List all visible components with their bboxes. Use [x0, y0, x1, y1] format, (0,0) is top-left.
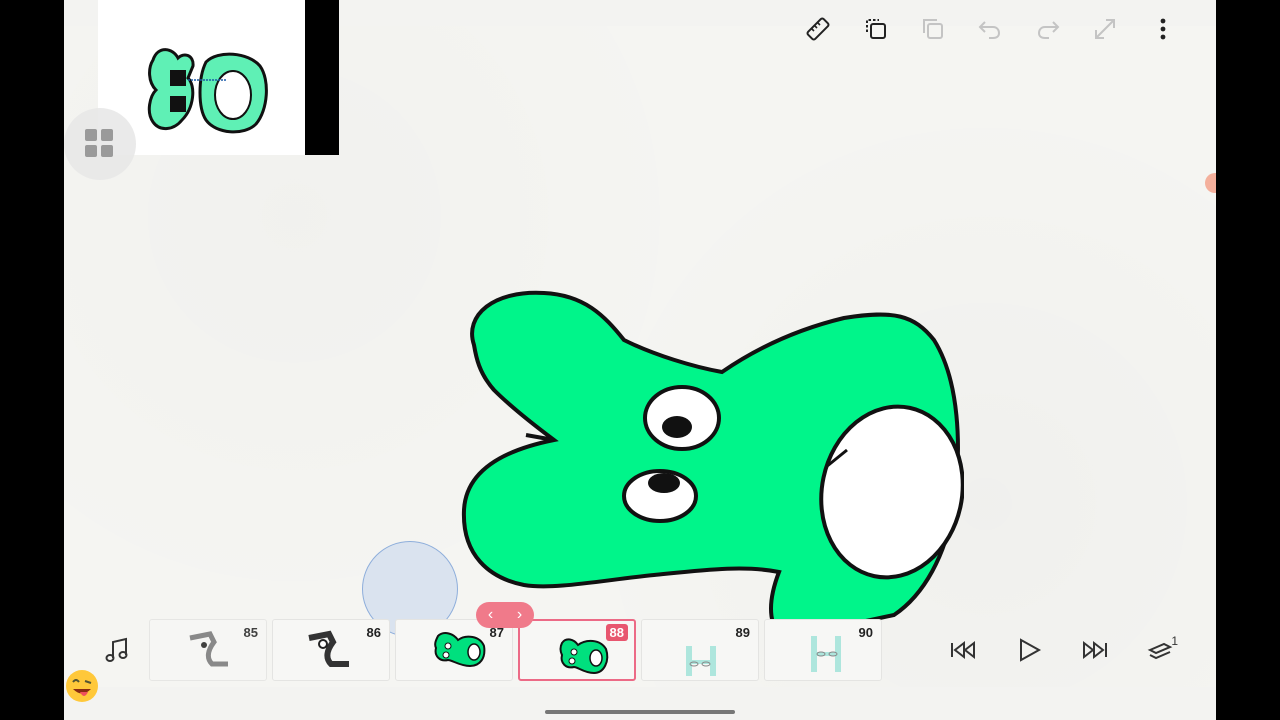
- chevron-left-icon[interactable]: ‹: [488, 606, 493, 624]
- layers-button[interactable]: 1: [1144, 634, 1178, 666]
- expand-icon: [1095, 19, 1115, 39]
- ruler-icon: [806, 17, 830, 41]
- frame-thumbnail: [308, 630, 349, 667]
- frame-thumbnail: [559, 638, 609, 675]
- music-note-icon: [105, 637, 128, 662]
- layer-count: 1: [1171, 634, 1178, 648]
- emoji-sticker-icon: [66, 670, 98, 702]
- copy-layer-icon: [866, 19, 886, 39]
- timeline-frame[interactable]: 86: [272, 619, 390, 681]
- skip-to-start-icon: [951, 640, 975, 660]
- play-icon: [1020, 638, 1042, 662]
- frame-thumbnail: [811, 636, 841, 672]
- home-indicator[interactable]: [545, 710, 735, 714]
- timeline-frame[interactable]: 85: [149, 619, 267, 681]
- copy-layer-button[interactable]: [859, 12, 893, 46]
- duplicate-button[interactable]: [916, 12, 950, 46]
- grid-icon: [85, 129, 113, 157]
- undo-icon: [978, 21, 1001, 39]
- play-button[interactable]: [1012, 634, 1046, 666]
- chevron-right-icon[interactable]: ›: [517, 606, 522, 624]
- layout-menu-button[interactable]: [64, 108, 136, 180]
- skip-forward-icon: [1083, 640, 1107, 660]
- frame-thumbnail: [686, 646, 716, 676]
- frame-thumbnail: [189, 631, 228, 667]
- expand-button[interactable]: [1088, 12, 1122, 46]
- timeline: 85 86 87 88 89 90 1: [64, 615, 1216, 687]
- ruler-button[interactable]: [801, 12, 835, 46]
- timeline-frame[interactable]: 87: [395, 619, 513, 681]
- reference-panel-edge: [305, 0, 339, 155]
- frame-thumbnail: [434, 632, 486, 668]
- bottom-bar: [64, 687, 1216, 720]
- next-frame-button[interactable]: [1078, 634, 1112, 666]
- frame-navigation-pill[interactable]: ‹ ›: [476, 602, 534, 628]
- timeline-frame[interactable]: 89: [641, 619, 759, 681]
- more-options-button[interactable]: [1146, 12, 1180, 46]
- sound-button[interactable]: [100, 634, 134, 666]
- timeline-frame-current[interactable]: 88: [518, 619, 636, 681]
- redo-button[interactable]: [1031, 12, 1065, 46]
- rewind-button[interactable]: [946, 634, 980, 666]
- animation-app: 85 86 87 88 89 90 1 ‹ ›: [64, 0, 1216, 720]
- undo-button[interactable]: [973, 12, 1007, 46]
- duplicate-icon: [923, 19, 943, 39]
- redo-icon: [1037, 21, 1060, 39]
- timeline-frame[interactable]: 90: [764, 619, 882, 681]
- more-options-icon: [1160, 18, 1166, 40]
